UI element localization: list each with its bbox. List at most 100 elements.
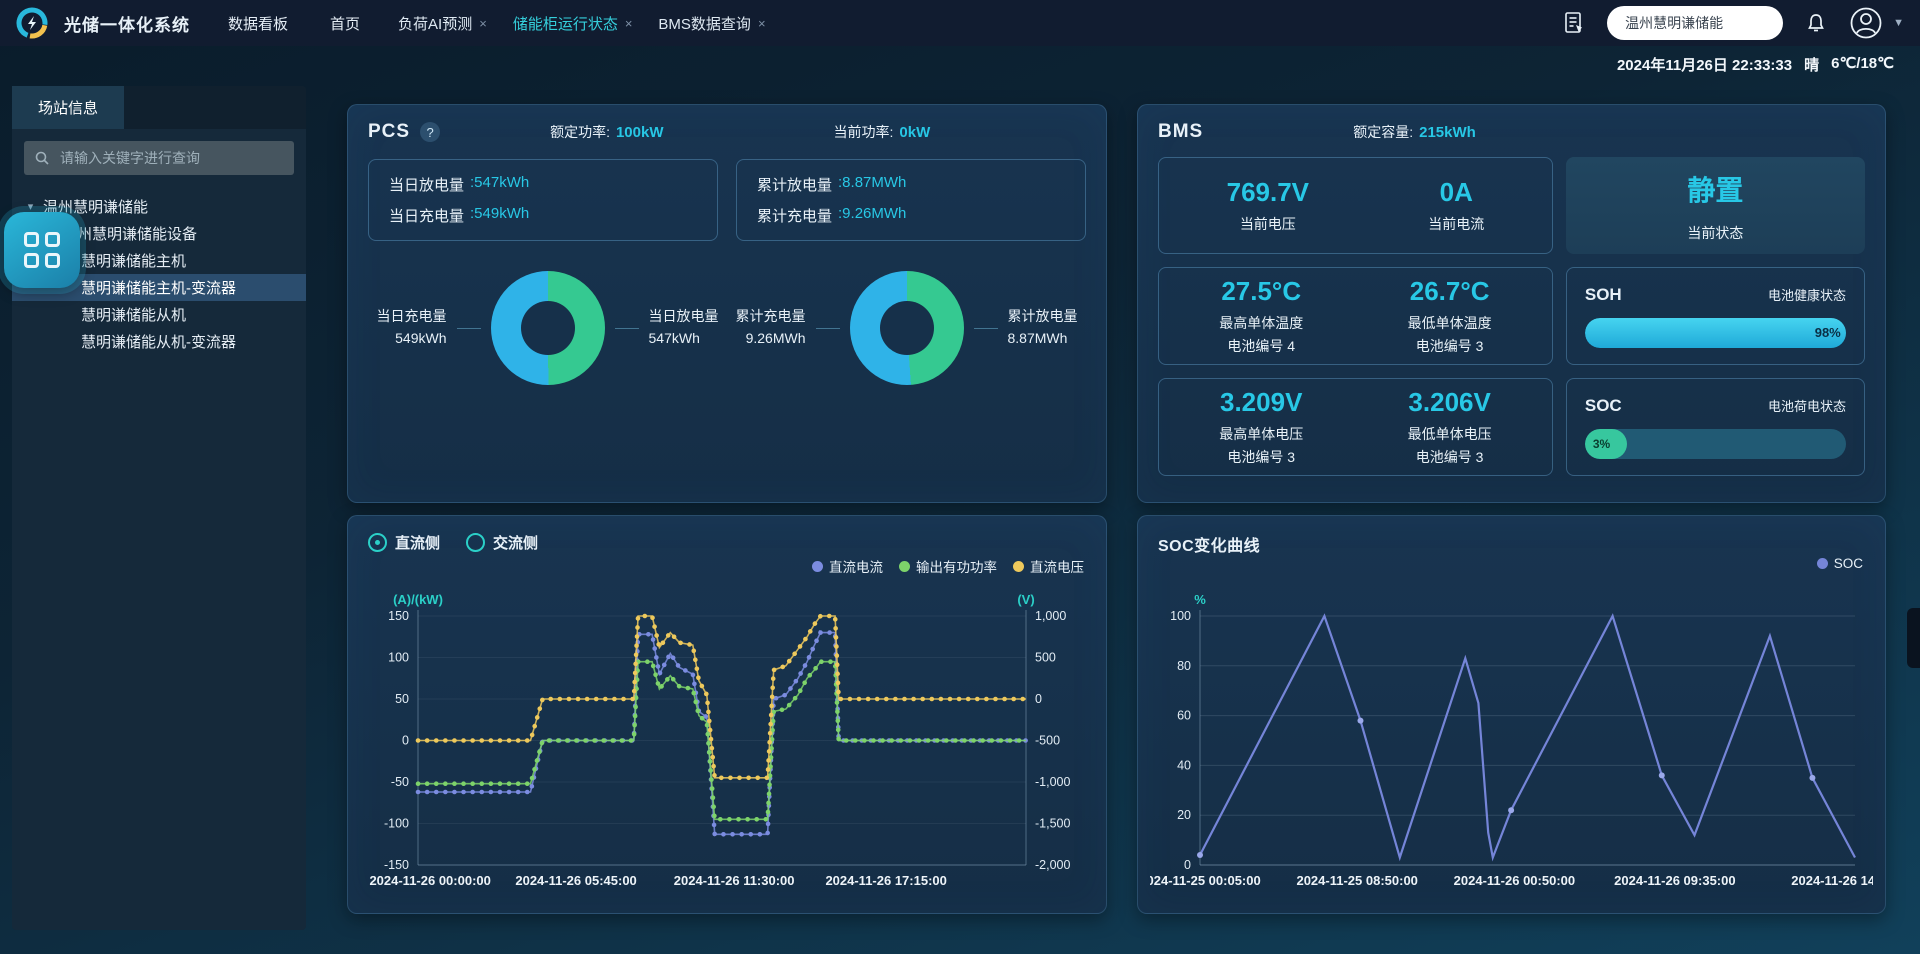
weather-text: 晴: [1804, 54, 1819, 75]
rated-capacity-value: 215kWh: [1419, 124, 1476, 141]
nav-tabs: 负荷AI预测× 储能柜运行状态 × BMS数据查询 ×: [398, 0, 766, 46]
close-tab-icon[interactable]: ×: [758, 16, 766, 31]
user-menu-caret-icon[interactable]: ▼: [1893, 17, 1904, 29]
min-volt-sub: 电池编号 3: [1408, 447, 1492, 467]
stat-value: :547kWh: [470, 174, 529, 195]
temperature-text: 6℃/18℃: [1831, 54, 1894, 75]
nav-tab[interactable]: 储能柜运行状态 ×: [513, 0, 633, 46]
legend-label: 直流电流: [829, 556, 883, 576]
donut-left-label: 当日充电量549kWh: [377, 306, 447, 349]
dc-chart-legend: 直流电流 输出有功功率 直流电压: [812, 556, 1084, 576]
search-input[interactable]: [58, 149, 284, 167]
close-tab-icon[interactable]: ×: [479, 16, 487, 31]
station-search-text: 温州慧明谦储能: [1625, 15, 1723, 31]
max-temp-label: 最高单体温度: [1219, 313, 1303, 333]
drawer-handle[interactable]: [1907, 608, 1920, 668]
sidebar-tabbar: 场站信息: [12, 86, 306, 129]
nav-item[interactable]: 首页: [322, 13, 368, 34]
svg-text:0: 0: [402, 734, 409, 748]
legend-label: 直流电压: [1030, 556, 1084, 576]
svg-text:100: 100: [1170, 609, 1191, 623]
pcs-help-icon[interactable]: ?: [420, 122, 440, 142]
user-avatar[interactable]: [1849, 6, 1883, 40]
current-current-label: 当前电流: [1428, 214, 1484, 234]
soc-progress-bar: 3%: [1585, 429, 1846, 459]
tree-item[interactable]: 慧明谦储能从机-变流器: [12, 328, 306, 355]
min-volt-value: 3.206V: [1408, 387, 1492, 418]
total-energy-donut[interactable]: [850, 271, 964, 385]
top-nav: 光储一体化系统 数据看板首页 负荷AI预测×储能柜运行状态×BMS数据查询× 温…: [0, 0, 1920, 46]
daily-energy-donut-group: 当日充电量549kWh 当日放电量547kWh: [368, 271, 727, 385]
soc-chart-legend: SOC: [1817, 556, 1863, 571]
current-power-label: 当前功率:: [834, 122, 894, 142]
legend-item[interactable]: SOC: [1817, 556, 1863, 571]
nav-tab[interactable]: BMS数据查询 ×: [658, 0, 765, 46]
connector-line: [816, 328, 840, 329]
rated-capacity-label: 额定容量:: [1353, 122, 1413, 142]
connector-line: [615, 328, 639, 329]
max-volt-label: 最高单体电压: [1219, 424, 1303, 444]
bell-icon[interactable]: [1799, 6, 1833, 40]
radio-dot-icon: [368, 533, 387, 552]
max-temp-value: 27.5°C: [1219, 276, 1303, 307]
app-launcher-button[interactable]: [4, 212, 80, 288]
max-volt-sub: 电池编号 3: [1219, 447, 1303, 467]
soc-line-chart[interactable]: 100806040200%2024-11-25 00:05:002024-11-…: [1150, 586, 1873, 901]
nav-tab-label: BMS数据查询: [658, 13, 751, 34]
voltage-current-card: 769.7V 当前电压 0A 当前电流: [1158, 157, 1553, 254]
stat-value: :8.87MWh: [838, 174, 906, 195]
legend-item[interactable]: 直流电压: [1013, 556, 1084, 576]
sidebar-search[interactable]: [24, 141, 294, 175]
temperature-card: 27.5°C 最高单体温度 电池编号 4 26.7°C 最低单体温度 电池编号 …: [1158, 267, 1553, 365]
grid-icon: [24, 232, 60, 268]
station-search-pill[interactable]: 温州慧明谦储能: [1607, 6, 1783, 40]
nav-tab-label: 储能柜运行状态: [513, 13, 618, 34]
svg-text:-2,000: -2,000: [1035, 858, 1070, 872]
radio-dc-side[interactable]: 直流侧: [368, 532, 440, 553]
svg-text:2024-11-26 05:45:00: 2024-11-26 05:45:00: [515, 873, 636, 888]
min-temp-sub: 电池编号 3: [1408, 336, 1492, 356]
soc-card: SOC 电池荷电状态 3%: [1566, 378, 1865, 476]
svg-text:50: 50: [395, 692, 409, 706]
radio-ac-side[interactable]: 交流侧: [466, 532, 538, 553]
status-card: 静置 当前状态: [1566, 157, 1865, 254]
svg-text:2024-11-26 14:: 2024-11-26 14:: [1791, 873, 1873, 888]
min-temp-value: 26.7°C: [1408, 276, 1492, 307]
legend-label: 输出有功功率: [916, 556, 997, 576]
stat-label: 当日放电量: [389, 174, 464, 195]
donut-left-label: 累计充电量9.26MWh: [736, 306, 806, 349]
svg-text:-1,000: -1,000: [1035, 775, 1070, 789]
dc-chart-panel: 直流侧 交流侧 直流电流输出有功功率直流电压 150100500-50-100-…: [347, 515, 1107, 914]
soh-percent-text: 98%: [1815, 325, 1841, 340]
pcs-panel: PCS ? 额定功率: 100kW 当前功率: 0kW 当日放电量 :547kW…: [347, 104, 1107, 503]
donut-right-label: 当日放电量547kWh: [649, 306, 719, 349]
max-temp-sub: 电池编号 4: [1219, 336, 1303, 356]
report-icon[interactable]: [1557, 6, 1591, 40]
tree-item[interactable]: 慧明谦储能从机: [12, 301, 306, 328]
svg-text:%: %: [1194, 592, 1206, 607]
dc-line-chart[interactable]: 150100500-50-100-1501,0005000-500-1,000-…: [360, 586, 1094, 901]
daily-energy-donut[interactable]: [491, 271, 605, 385]
total-energy-donut-group: 累计充电量9.26MWh 累计放电量8.87MWh: [727, 271, 1086, 385]
legend-label: SOC: [1834, 556, 1863, 571]
nav-item[interactable]: 数据看板: [220, 13, 296, 34]
svg-text:2024-11-26 17:15:00: 2024-11-26 17:15:00: [825, 873, 946, 888]
legend-item[interactable]: 直流电流: [812, 556, 883, 576]
legend-dot-icon: [1817, 558, 1828, 569]
legend-item[interactable]: 输出有功功率: [899, 556, 997, 576]
tab-station-info[interactable]: 场站信息: [12, 86, 124, 129]
donut-right-label: 累计放电量8.87MWh: [1008, 306, 1078, 349]
nav-tab[interactable]: 负荷AI预测×: [398, 0, 487, 46]
soc-desc: 电池荷电状态: [1768, 396, 1846, 415]
soh-card: SOH 电池健康状态 98%: [1566, 267, 1865, 365]
svg-text:60: 60: [1177, 709, 1191, 723]
svg-text:(A)/(kW): (A)/(kW): [393, 592, 443, 607]
stat-value: :9.26MWh: [838, 205, 906, 226]
svg-text:0: 0: [1035, 692, 1042, 706]
nav-menu: 数据看板 首页: [220, 13, 368, 34]
radio-ac-label: 交流侧: [493, 532, 538, 553]
close-tab-icon[interactable]: ×: [625, 16, 633, 31]
radio-dc-label: 直流侧: [395, 532, 440, 553]
svg-text:100: 100: [388, 651, 409, 665]
bms-title: BMS: [1158, 121, 1203, 143]
